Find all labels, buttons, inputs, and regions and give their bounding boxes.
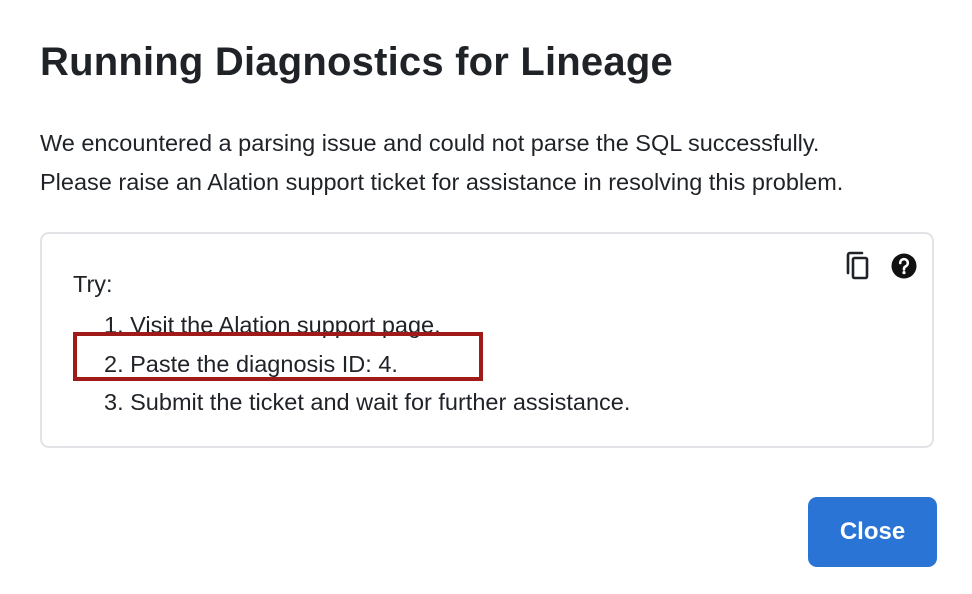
step-submit-ticket: 3. Submit the ticket and wait for furthe… [104,389,631,415]
dialog-message: We encountered a parsing issue and could… [40,124,950,202]
diagnostics-dialog: Running Diagnostics for Lineage We encou… [0,0,972,594]
message-line-2: Please raise an Alation support ticket f… [40,169,844,195]
try-label: Try: [73,271,113,297]
message-line-1: We encountered a parsing issue and could… [40,130,820,156]
close-button[interactable]: Close [808,497,937,567]
copy-icon[interactable] [842,250,874,282]
step-paste-diagnosis-id: 2. Paste the diagnosis ID: 4. [104,350,398,377]
instructions-box: Try: 1. Visit the Alation support page. … [40,232,934,448]
dialog-title: Running Diagnostics for Lineage [40,40,673,84]
help-icon[interactable] [888,250,920,282]
steps-list: 1. Visit the Alation support page. 2. Pa… [104,306,630,422]
step-visit-support: 1. Visit the Alation support page. [104,312,441,338]
